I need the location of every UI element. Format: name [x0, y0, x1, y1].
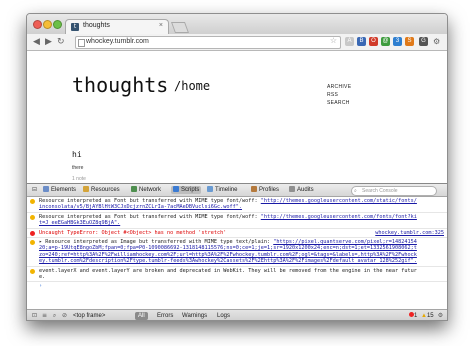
devtools-tab-label: Resources	[91, 187, 120, 193]
warning-count-value: 15	[426, 313, 434, 319]
web-page: thoughts /home ARCHIVE RSS SEARCH hi the…	[27, 51, 447, 183]
filter-all-button[interactable]: All	[135, 312, 148, 320]
bookmark-star-icon[interactable]: ☆	[330, 36, 337, 45]
search-icon[interactable]: ⌕	[51, 312, 58, 319]
resources-icon	[83, 186, 89, 192]
devtools-tab-label: Scripts	[181, 187, 200, 193]
nav-rss-link[interactable]: RSS	[327, 91, 351, 99]
extension-icon[interactable]: 3	[393, 37, 402, 46]
console-message-text: Resource interpreted as Font but transfe…	[39, 198, 261, 204]
warning-count[interactable]: ▲15	[421, 312, 434, 320]
console-message-text: Resource interpreted as Font but transfe…	[39, 213, 261, 220]
devtools-tab-scripts[interactable]: Scripts	[171, 186, 202, 194]
search-placeholder: Search Console	[362, 188, 398, 194]
tab-title: thoughts	[83, 22, 110, 29]
devtools-tab-audits[interactable]: Audits	[289, 186, 314, 194]
devtools-tab-label: Profiles	[259, 187, 280, 193]
tab-strip: t thoughts ×	[27, 14, 447, 34]
elements-icon	[43, 186, 49, 192]
clear-console-icon[interactable]: ⊘	[61, 312, 68, 319]
extension-icon[interactable]: G	[419, 37, 428, 46]
error-icon	[30, 230, 35, 236]
tumblr-favicon-icon: t	[71, 23, 79, 31]
profiles-icon	[251, 186, 257, 192]
new-tab-button[interactable]	[170, 22, 190, 33]
devtools-tabbar: ⊟ Elements Resources Network Scripts Timelin…	[27, 184, 447, 197]
console-search-input[interactable]: ⌕ Search Console	[351, 186, 437, 196]
warning-icon	[30, 199, 35, 204]
devtools-tab-label: Elements	[51, 187, 77, 193]
console-message-text: Uncaught TypeError: Object #<Object> has…	[39, 229, 227, 236]
timeline-icon	[207, 186, 213, 192]
devtools-tab-network[interactable]: Network	[131, 186, 161, 194]
nav-search-link[interactable]: SEARCH	[327, 99, 351, 107]
filter-logs-button[interactable]: Logs	[217, 312, 230, 320]
dock-icon[interactable]: ⊟	[31, 186, 38, 193]
console-message[interactable]: Resource interpreted as Font but transfe…	[27, 197, 447, 213]
error-count[interactable]: 1	[409, 312, 417, 320]
page-icon	[78, 39, 85, 47]
devtools-tab-resources[interactable]: Resources	[83, 186, 120, 194]
console-message-text: event.layerX and event.layerY are broken…	[39, 267, 417, 281]
browser-toolbar: ◀ ▶ ↻ whockey.tumblr.com ☆ A B O @3 S G ⚙	[27, 34, 447, 51]
devtools-tab-profiles[interactable]: Profiles	[251, 186, 279, 194]
extension-icon[interactable]: B	[357, 37, 366, 46]
tab-thoughts[interactable]: t thoughts ×	[65, 19, 169, 34]
console-message[interactable]: Resource interpreted as Font but transfe…	[27, 213, 447, 229]
warning-icon	[30, 214, 35, 220]
undock-icon[interactable]: ⊡	[31, 312, 38, 319]
zoom-window-button[interactable]	[53, 20, 62, 29]
extension-icon[interactable]: S	[405, 37, 414, 46]
network-icon	[131, 186, 137, 192]
frame-selector[interactable]: <top frame>	[73, 312, 105, 320]
browser-window: t thoughts × ◀ ▶ ↻ whockey.tumblr.com ☆ …	[26, 13, 448, 321]
console-prompt[interactable]: ›	[27, 282, 447, 290]
post-title: hi	[72, 150, 82, 159]
extension-icon[interactable]: O	[369, 37, 378, 46]
extension-icon[interactable]: A	[345, 37, 354, 46]
console-toggle-icon[interactable]: ≡	[41, 312, 48, 319]
console-message[interactable]: event.layerX and event.layerY are broken…	[27, 267, 447, 283]
devtools-tab-label: Timeline	[215, 187, 238, 193]
arrow-left-icon[interactable]: ◀	[33, 36, 40, 48]
extension-icon[interactable]: @	[381, 37, 390, 46]
settings-gear-icon[interactable]: ⚙	[437, 312, 444, 319]
scripts-icon	[173, 186, 179, 192]
console-message-text: ▸ Resource interpreted as Image but tran…	[39, 239, 274, 246]
reload-icon[interactable]: ↻	[57, 36, 65, 48]
minimize-window-button[interactable]	[43, 20, 52, 29]
devtools-tab-timeline[interactable]: Timeline	[207, 186, 237, 194]
error-count-value: 1	[414, 313, 418, 319]
console-source-link[interactable]: whockey.tumblr.com:325	[375, 230, 444, 236]
filter-errors-button[interactable]: Errors	[157, 312, 173, 320]
console-log[interactable]: Resource interpreted as Font but transfe…	[27, 197, 447, 309]
filter-warnings-button[interactable]: Warnings	[182, 312, 207, 320]
close-window-button[interactable]	[33, 20, 42, 29]
warning-icon	[30, 240, 35, 246]
arrow-right-icon[interactable]: ▶	[45, 36, 52, 48]
blog-subtitle[interactable]: /home	[174, 79, 210, 93]
nav-archive-link[interactable]: ARCHIVE	[327, 83, 351, 91]
audits-icon	[289, 186, 295, 192]
wrench-menu-icon[interactable]: ⚙	[433, 36, 440, 48]
devtools-tab-label: Network	[139, 187, 162, 193]
blog-title[interactable]: thoughts	[72, 73, 168, 97]
console-message[interactable]: ▸ Resource interpreted as Image but tran…	[27, 238, 447, 267]
post-body: there	[72, 165, 84, 171]
devtools-tab-elements[interactable]: Elements	[43, 186, 76, 194]
devtools-statusbar: ⊡ ≡ ⌕ ⊘ <top frame> All Errors Warnings …	[27, 309, 447, 320]
post-notes-link[interactable]: 1 note	[72, 176, 86, 182]
blog-nav: ARCHIVE RSS SEARCH	[327, 83, 351, 107]
search-icon: ⌕	[354, 188, 357, 194]
url-text: whockey.tumblr.com	[86, 38, 149, 45]
devtools-tab-label: Audits	[297, 187, 314, 193]
address-bar[interactable]: whockey.tumblr.com ☆	[75, 36, 341, 49]
devtools-panel: ⊟ Elements Resources Network Scripts Timelin…	[27, 183, 447, 320]
console-message[interactable]: Uncaught TypeError: Object #<Object> has…	[27, 229, 447, 239]
tab-close-icon[interactable]: ×	[159, 22, 163, 29]
warning-icon	[30, 268, 35, 274]
